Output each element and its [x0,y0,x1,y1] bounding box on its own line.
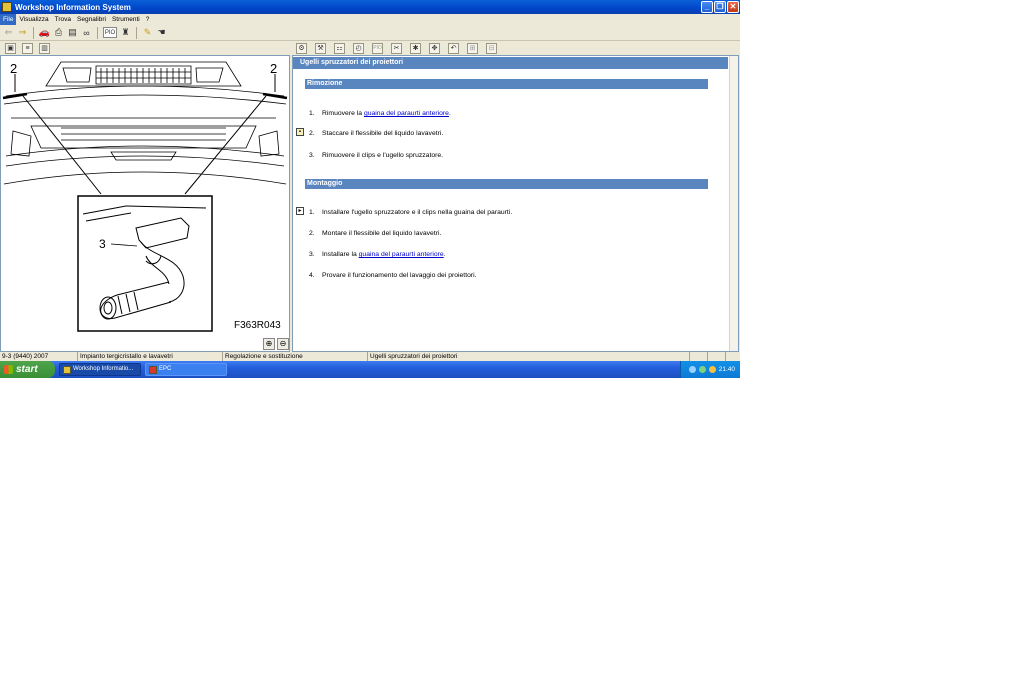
network-icon[interactable] [688,366,696,373]
bumper-cover-link[interactable]: guaina del paraurti anteriore [359,251,444,258]
move-icon[interactable]: ✥ [429,42,440,54]
section-heading-removal: Rimozione [305,79,708,89]
taskbar-item-wis[interactable]: Workshop Informatio... [59,363,141,376]
parts-icon[interactable]: ⚏ [334,42,345,54]
component-icon[interactable]: ⚙ [296,42,307,54]
panel-icon[interactable]: ▥ [39,42,50,54]
hand-icon[interactable]: ☚ [156,27,167,38]
windows-logo-icon [4,365,13,374]
print-icon[interactable]: ⎙ [53,27,64,38]
zoom-in-button[interactable]: ⊕ [263,338,275,350]
status-bar: 9-3 (9440) 2007 Impianto tergicristallo … [0,352,740,361]
app-icon [2,2,12,12]
callout-2-right: 2 [270,61,277,76]
zoom-out-button[interactable]: ⊖ [277,338,289,350]
installation-step-1: 1. Installare l'ugello spruzzatore e il c… [309,209,513,216]
bumper-cover-link[interactable]: guaina del paraurti anteriore [364,110,449,117]
status-cell-empty [690,352,708,361]
undo-icon[interactable]: ↶ [448,42,459,54]
status-category: Regolazione e sostituzione [223,352,368,361]
messenger-icon[interactable] [708,366,716,373]
document-pane: Ugelli spruzzatori dei proiettori Rimozi… [292,55,739,352]
vertical-scrollbar[interactable] [729,56,738,351]
removal-step-1: 1. Rimuovere la guaina del paraurti anter… [309,110,451,117]
step-marker-icon[interactable]: ▪ [296,128,304,136]
desktop-screen: Workshop Information System _ ❐ ✕ File V… [0,0,740,378]
document-title: Ugelli spruzzatori dei proiettori [293,57,728,69]
menu-view[interactable]: Visualizza [16,14,51,25]
main-toolbar: ⇐ ⇒ 🚗 ⎙ ▤ ∞ PIO ♜ ✎ ☚ [0,25,740,41]
back-arrow-icon[interactable]: ⇐ [3,27,14,38]
zoom-controls: ⊕ ⊖ [263,338,289,350]
secondary-toolbar: ▣ ≡ ▥ ⚙ ⚒ ⚏ ◴ PIO ✂ ✱ ✥ ↶ ⊞ ⊟ [0,41,740,55]
menu-file[interactable]: File [0,14,17,25]
pio-small-icon[interactable]: PIO [372,42,383,54]
technical-drawing: 2 2 3 F363R043 [2,61,288,332]
epc-app-icon [149,365,157,374]
system-tray: 21.40 [680,361,740,378]
window-title: Workshop Information System [15,2,131,12]
clock-icon[interactable]: ◴ [353,42,364,54]
menu-bookmarks[interactable]: Segnalibri [74,14,109,25]
callout-3-detail: 3 [99,237,106,251]
step-marker-icon[interactable]: ▸ [296,207,304,215]
close-button[interactable]: ✕ [727,1,739,13]
figure-icon[interactable]: ▣ [5,42,16,54]
taskbar-item-epc[interactable]: EPC [145,363,227,376]
section-heading-installation: Montaggio [305,179,708,189]
table-icon[interactable]: ⊞ [467,42,478,54]
installation-step-2: 2. Montare il flessibile del liquido lava… [309,230,442,237]
installation-step-3: 3. Installare la guaina del paraurti ante… [309,251,446,258]
binoculars-icon[interactable]: ∞ [81,27,92,38]
clock: 21.40 [718,366,735,373]
forward-arrow-icon[interactable]: ⇒ [17,27,28,38]
tool-icon[interactable]: ♜ [120,27,131,38]
wis-app-icon [63,365,71,374]
callout-2-left: 2 [10,61,17,76]
status-system: Impianto tergicristallo e lavavetri [78,352,223,361]
menu-bar: File Visualizza Trova Segnalibri Strumen… [0,14,740,25]
pencil-icon[interactable]: ✎ [142,27,153,38]
menu-help[interactable]: ? [143,14,153,25]
figure-pane: 2 2 3 F363R043 ⊕ ⊖ [0,55,290,352]
list-icon[interactable]: ≡ [22,42,33,54]
toolbar-separator [136,26,137,39]
title-bar[interactable]: Workshop Information System _ ❐ ✕ [0,0,740,14]
status-model: 9-3 (9440) 2007 [0,352,78,361]
spanner-icon[interactable]: ✂ [391,42,402,54]
toolbar-separator [33,26,34,39]
toolbar-separator [97,26,98,39]
window-controls: _ ❐ ✕ [701,1,739,13]
document-icon[interactable]: ▤ [67,27,78,38]
tray-app-icon[interactable] [698,366,706,373]
minimize-button[interactable]: _ [701,1,713,13]
car-icon[interactable]: 🚗 [39,27,50,38]
menu-tools[interactable]: Strumenti [109,14,143,25]
menu-find[interactable]: Trova [52,14,74,25]
removal-step-2: 2. Staccare il flessibile del liquido lav… [309,130,444,137]
start-button[interactable]: start [0,361,55,378]
status-topic: Ugelli spruzzatori dei proiettori [368,352,690,361]
status-cell-empty [708,352,726,361]
taskbar: start Workshop Informatio... EPC 21.40 [0,361,740,378]
bookmark-icon[interactable]: ⊟ [486,42,497,54]
installation-step-4: 4. Provare il funzionamento del lavaggio … [309,272,477,279]
wrench-icon[interactable]: ⚒ [315,42,326,54]
pio-button[interactable]: PIO [103,27,117,38]
figure-code: F363R043 [234,320,281,331]
restore-button[interactable]: ❐ [714,1,726,13]
spray-icon[interactable]: ✱ [410,42,421,54]
removal-step-3: 3. Rimuovere il clips e l'ugello spruzzat… [309,152,444,159]
